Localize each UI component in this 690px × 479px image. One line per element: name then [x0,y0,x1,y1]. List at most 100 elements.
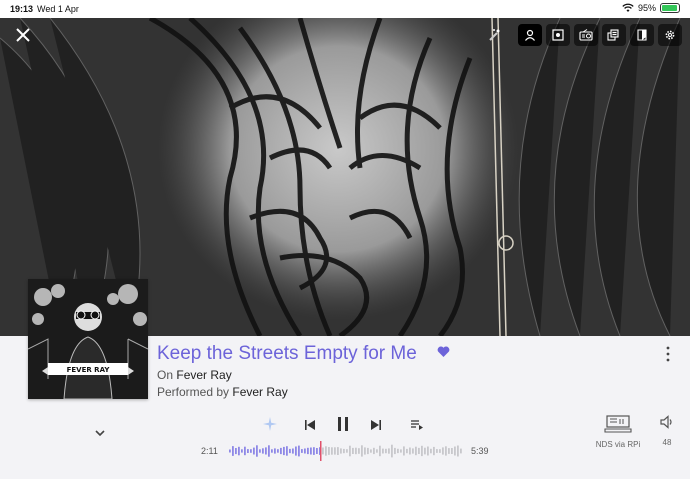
waveform-bar [406,448,408,454]
artist-icon [525,29,535,41]
collapse-button[interactable] [92,426,108,440]
output-device-label: NDS via RPi [595,440,641,449]
waveform-bar [343,448,345,454]
status-time: 19:13 [10,4,34,14]
queue-icon [411,420,423,430]
volume-level: 48 [662,438,672,447]
waveform-bar [442,447,444,455]
waveform-bar [250,449,252,453]
waveform-bar [427,446,429,456]
waveform-bar [241,449,243,453]
waveform-bar [268,445,270,457]
album-prefix: On [157,368,174,382]
album-cover[interactable]: FEVER RAY [28,279,148,399]
lyrics-icon [637,29,647,41]
favorite-button[interactable] [437,346,450,361]
album-line: On Fever Ray [157,368,232,382]
waveform-bar [340,448,342,454]
waveform-bar [292,448,294,454]
radio-mode-button[interactable] [263,417,277,436]
output-device-button[interactable]: NDS via RPi [590,415,646,449]
album-icon [552,29,564,41]
album-button[interactable] [546,24,570,46]
pause-icon [338,417,348,431]
waveform-bar [262,448,264,454]
settings-button[interactable] [658,24,682,46]
waveform-bar [397,448,399,454]
waveform-bar [358,448,360,454]
elapsed-time: 2:11 [201,446,218,456]
artist-button[interactable] [518,24,542,46]
waveform-bar [232,446,234,456]
more-options-button[interactable] [662,345,674,363]
close-button[interactable] [12,24,34,46]
waveform-bar [265,447,267,455]
volume-icon [660,415,672,429]
waveform-bar [307,447,309,455]
waveform-bar [346,449,348,453]
performer-prefix: Performed by [157,385,230,399]
waveform-bar [271,449,273,453]
skip-forward-icon [371,420,381,430]
waveform-bar [391,444,393,458]
waveform-bar [382,448,384,454]
waveform-bar [364,447,366,455]
queue-button[interactable] [410,418,424,436]
waveform-bar [421,445,423,457]
total-duration: 5:39 [471,446,489,456]
waveform-bar [460,448,462,454]
waveform-bar [316,448,318,454]
waveform-bar [424,447,426,455]
waveform-bar [370,449,372,453]
close-icon [16,28,30,42]
status-date: Wed 1 Apr [37,4,79,14]
waveform-bar [376,449,378,453]
lyrics-button[interactable] [630,24,654,46]
waveform-bar [403,446,405,456]
sparkle-icon [263,417,277,431]
waveform-bar [274,448,276,454]
waveform-bar [244,446,246,456]
radio-icon [579,29,593,41]
next-track-button[interactable] [370,418,382,436]
waveform-bar [436,449,438,453]
chevron-down-icon [95,430,105,437]
waveform-bar [439,449,441,453]
album-cover-art: FEVER RAY [28,279,148,399]
waveform-bar [295,446,297,456]
magic-wand-icon[interactable] [487,28,501,42]
waveform-bar [310,447,312,455]
performer-line: Performed by Fever Ray [157,385,288,399]
waveform-bar [430,448,432,454]
waveform-bar [289,448,291,454]
waveform-bar [286,446,288,456]
waveform-bar [325,446,327,456]
waveform-bar [409,447,411,455]
radio-button[interactable] [574,24,598,46]
volume-button[interactable]: 48 [655,415,679,447]
waveform-bar [253,447,255,455]
waveform-bar [415,446,417,456]
waveform-bar [322,447,324,455]
waveform-bar [394,447,396,455]
performer-link[interactable]: Fever Ray [232,385,287,399]
hero-toolbar [518,24,682,46]
playhead[interactable] [320,441,322,461]
previous-track-button[interactable] [304,418,316,436]
waveform-bar [280,447,282,455]
cover-band-text: FEVER RAY [67,366,111,374]
waveform-bar [283,446,285,456]
album-link[interactable]: Fever Ray [176,368,231,382]
waveform-bar [433,446,435,456]
waveform-bar [448,448,450,454]
waveform-bar [247,449,249,453]
waveform-progress[interactable] [228,441,464,461]
similar-button[interactable] [602,24,626,46]
waveform-bar [352,447,354,454]
waveform-bar [385,448,387,454]
waveform-bar [313,447,315,455]
pause-button[interactable] [336,416,350,437]
track-title[interactable]: Keep the Streets Empty for Me [157,343,417,365]
waveform-bar [367,447,369,455]
skip-back-icon [305,420,315,430]
